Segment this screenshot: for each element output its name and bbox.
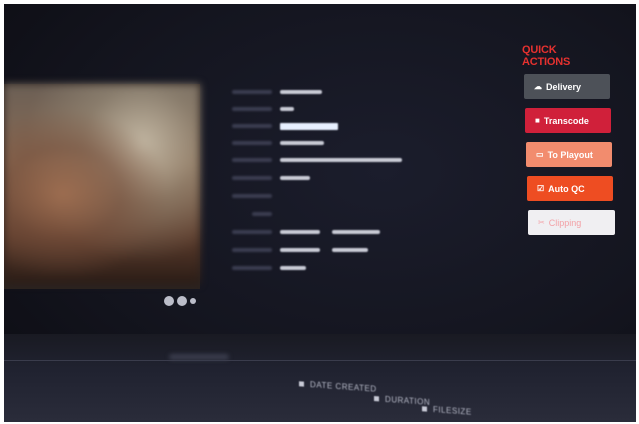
divider — [4, 360, 636, 361]
pause-icon[interactable] — [177, 296, 187, 306]
delivery-button[interactable]: ☁ Delivery — [524, 74, 610, 99]
metadata-row — [232, 120, 338, 132]
transcode-button[interactable]: ■ Transcode — [525, 108, 611, 133]
metadata-value — [280, 90, 322, 94]
player-controls — [164, 294, 204, 308]
sort-icon — [374, 396, 379, 402]
metadata-row — [232, 190, 272, 202]
auto-qc-button-label: Auto QC — [548, 183, 585, 194]
play-icon[interactable] — [164, 296, 174, 306]
metadata-label — [232, 230, 272, 234]
metadata-row — [232, 262, 306, 274]
app-screen: QUICK ACTIONS ☁ Delivery ■ Transcode ▭ T… — [4, 4, 636, 422]
delivery-button-label: Delivery — [546, 81, 582, 92]
sort-icon — [299, 381, 304, 388]
metadata-label — [232, 158, 272, 162]
metadata-row — [232, 226, 380, 238]
metadata-value — [280, 176, 310, 180]
metadata-value — [280, 158, 402, 162]
page-title-blurred — [16, 26, 176, 38]
metadata-label — [232, 176, 272, 180]
metadata-label — [232, 194, 272, 198]
to-playout-button-label: To Playout — [547, 149, 593, 160]
sort-icon — [422, 406, 427, 413]
scissors-icon: ✂ — [538, 218, 545, 227]
metadata-label — [232, 248, 272, 252]
metadata-value — [280, 230, 320, 234]
metadata-row — [232, 208, 272, 220]
metadata-value-selected[interactable] — [280, 122, 338, 130]
metadata-row — [232, 154, 402, 166]
metadata-value — [332, 230, 380, 234]
metadata-label — [232, 124, 272, 128]
metadata-label — [232, 90, 272, 94]
metadata-row — [232, 172, 310, 184]
metadata-value — [280, 141, 324, 145]
to-playout-button[interactable]: ▭ To Playout — [526, 142, 612, 167]
checkbox-icon: ☑ — [537, 184, 545, 193]
clipping-button[interactable]: ✂ Clipping — [528, 210, 615, 235]
fullscreen-icon[interactable] — [190, 298, 196, 304]
metadata-label — [232, 266, 272, 270]
metadata-row — [232, 103, 294, 115]
metadata-value — [280, 266, 306, 270]
metadata-row — [232, 244, 368, 256]
metadata-row — [232, 137, 324, 149]
metadata-label — [252, 212, 272, 216]
asset-table-header-bar — [4, 334, 636, 422]
cloud-upload-icon: ☁ — [534, 82, 542, 91]
video-player[interactable] — [4, 84, 200, 366]
metadata-label — [232, 107, 272, 111]
film-icon: ■ — [535, 116, 540, 125]
video-frame — [4, 84, 200, 284]
metadata-label — [232, 141, 272, 145]
column-header-blurred — [169, 354, 229, 360]
transcode-button-label: Transcode — [543, 115, 589, 126]
monitor-icon: ▭ — [536, 150, 544, 159]
metadata-value — [332, 248, 368, 252]
metadata-value — [280, 107, 294, 111]
metadata-value — [280, 248, 320, 252]
metadata-section-title — [204, 62, 274, 72]
metadata-row — [232, 86, 322, 98]
clipping-button-label: Clipping — [548, 217, 582, 228]
auto-qc-button[interactable]: ☑ Auto QC — [527, 176, 613, 201]
quick-actions-title: QUICK ACTIONS — [522, 44, 571, 68]
